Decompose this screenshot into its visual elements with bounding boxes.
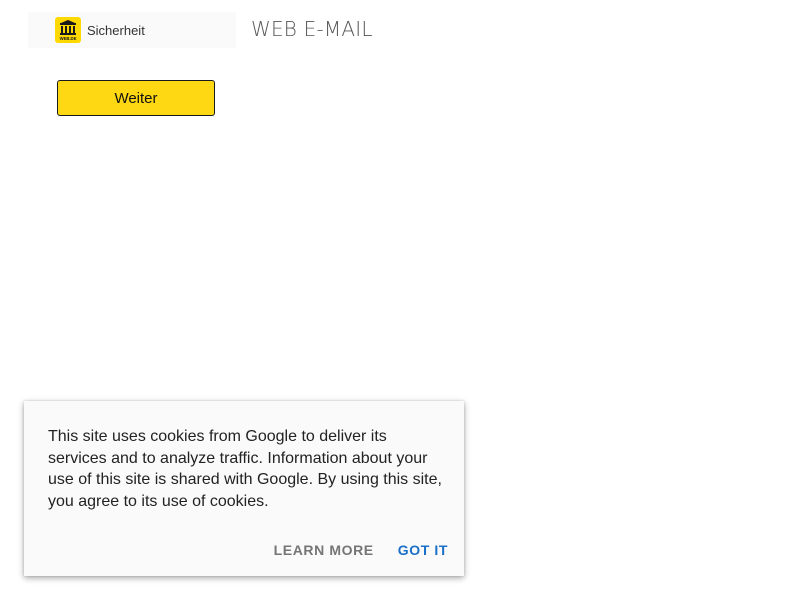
cookie-actions: LEARN MORE GOT IT [274, 540, 448, 560]
brand-header: WEB.DE Sicherheit [28, 12, 236, 48]
cookie-consent-banner: This site uses cookies from Google to de… [24, 401, 464, 576]
gate-icon: WEB.DE [60, 20, 77, 41]
continue-button[interactable]: Weiter [57, 80, 215, 116]
page: WEB.DE Sicherheit WEB E-MAIL Weiter This… [0, 0, 800, 600]
learn-more-button[interactable]: LEARN MORE [274, 540, 374, 560]
app-title: WEB E-MAIL [251, 17, 373, 41]
cookie-message: This site uses cookies from Google to de… [48, 428, 442, 510]
brand-label: Sicherheit [87, 22, 145, 38]
got-it-button[interactable]: GOT IT [398, 540, 448, 560]
logo-text: WEB.DE [60, 36, 77, 41]
webde-logo-icon[interactable]: WEB.DE [55, 17, 81, 43]
